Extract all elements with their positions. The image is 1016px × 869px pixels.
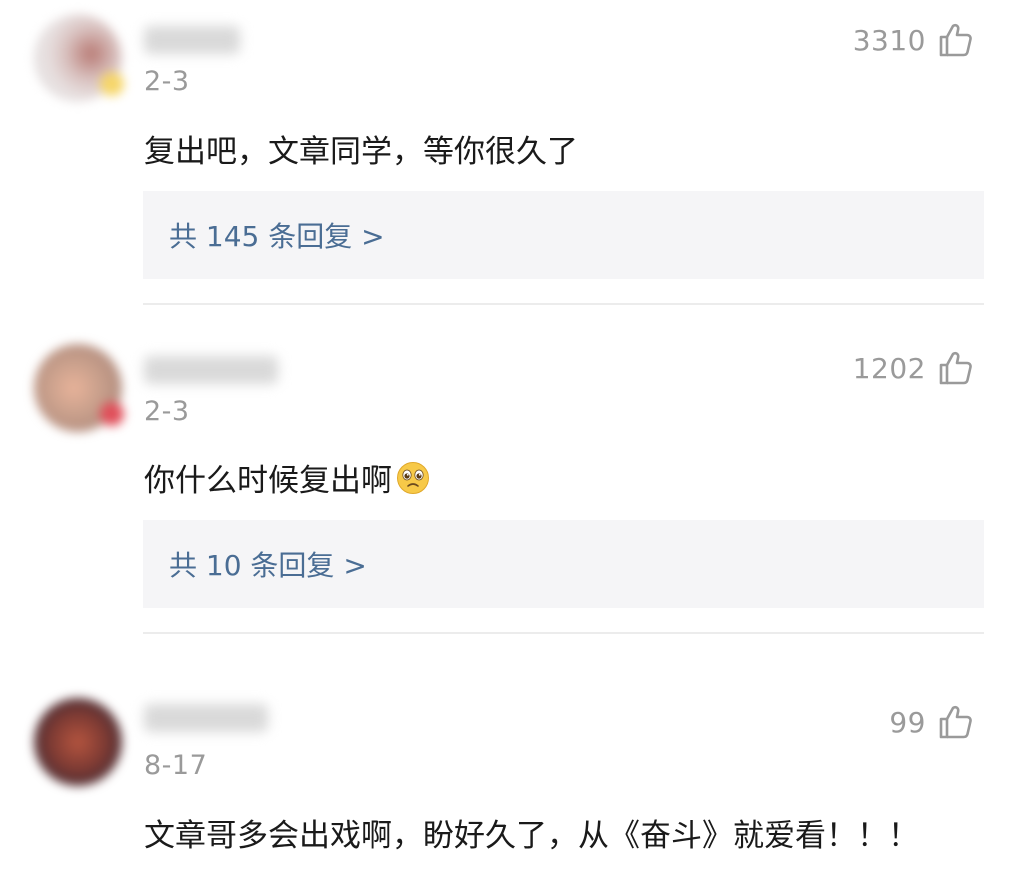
divider xyxy=(143,632,984,634)
thumbs-up-icon xyxy=(939,351,972,385)
view-replies-label: 共 145 条回复 > xyxy=(169,220,385,253)
view-replies-label: 共 10 条回复 > xyxy=(169,549,367,582)
like-count: 99 xyxy=(889,705,926,739)
username[interactable] xyxy=(144,26,240,54)
comment-text: 复出吧，文章同学，等你很久了 xyxy=(144,126,578,171)
comment-text: 你什么时候复出啊 xyxy=(144,455,430,500)
comment-text-content: 你什么时候复出啊 xyxy=(144,463,392,499)
comment-text: 文章哥多会出戏啊，盼好久了，从《奋斗》就爱看！！！ xyxy=(144,810,919,855)
thumbs-up-icon xyxy=(939,23,972,57)
like-count: 1202 xyxy=(852,351,926,385)
comment-date: 2-3 xyxy=(144,66,190,97)
like-count: 3310 xyxy=(852,23,926,57)
view-replies-button[interactable]: 共 145 条回复 > xyxy=(143,191,984,279)
comment-date: 2-3 xyxy=(144,396,190,427)
comment-text-content: 复出吧，文章同学，等你很久了 xyxy=(144,134,578,170)
avatar[interactable] xyxy=(34,14,124,102)
username[interactable] xyxy=(144,356,278,384)
divider xyxy=(143,303,984,305)
pleading-face-icon xyxy=(397,461,429,494)
like-button[interactable]: 3310 xyxy=(853,20,972,60)
avatar[interactable] xyxy=(34,698,122,786)
comment-text-content: 文章哥多会出戏啊，盼好久了，从《奋斗》就爱看！！！ xyxy=(144,818,919,854)
thumbs-up-icon xyxy=(939,705,972,739)
like-button[interactable]: 1202 xyxy=(853,348,972,388)
username[interactable] xyxy=(144,704,268,732)
avatar[interactable] xyxy=(34,344,124,432)
like-button[interactable]: 99 xyxy=(889,702,972,742)
comment-date: 8-17 xyxy=(144,750,208,781)
view-replies-button[interactable]: 共 10 条回复 > xyxy=(143,520,984,608)
